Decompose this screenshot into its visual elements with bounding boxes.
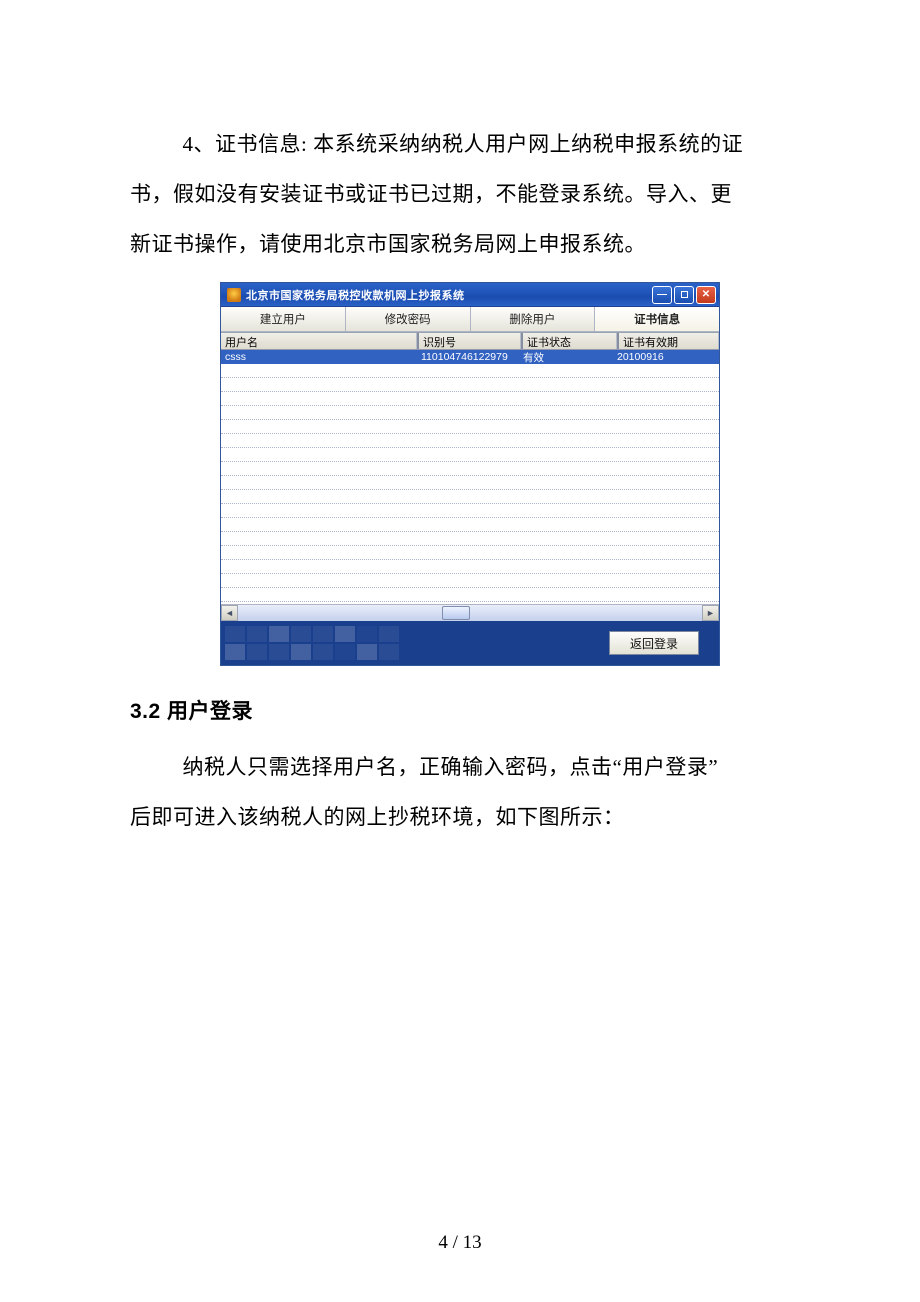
cell-username: csss <box>221 350 417 364</box>
grid-empty-line <box>221 574 719 588</box>
scroll-right-button[interactable]: ► <box>702 605 719 621</box>
paragraph-cert-info-line2: 书，假如没有安装证书或证书已过期，不能登录系统。导入、更 <box>130 170 810 220</box>
grid-empty-line <box>221 560 719 574</box>
grid-empty-line <box>221 490 719 504</box>
column-header-expiry[interactable]: 证书有效期 <box>619 333 719 349</box>
bottom-strip: 返回登录 <box>221 621 719 665</box>
paragraph-cert-info-line1: 4、证书信息: 本系统采纳纳税人用户网上纳税申报系统的证 <box>130 120 810 170</box>
scroll-left-button[interactable]: ◄ <box>221 605 238 621</box>
grid-empty-line <box>221 420 719 434</box>
paragraph-cert-info-line3: 新证书操作，请使用北京市国家税务局网上申报系统。 <box>130 220 810 270</box>
grid-header: 用户名 识别号 证书状态 证书有效期 <box>221 333 719 350</box>
cell-status: 有效 <box>519 350 613 364</box>
tab-create-user[interactable]: 建立用户 <box>221 307 346 332</box>
tab-bar: 建立用户 修改密码 删除用户 证书信息 <box>221 307 719 333</box>
grid-empty-line <box>221 588 719 602</box>
app-window: 北京市国家税务局税控收款机网上抄报系统 — ✕ 建立用户 修改密码 <box>221 283 719 665</box>
grid-empty-line <box>221 462 719 476</box>
cell-expiry: 20100916 <box>613 350 719 364</box>
heading-3-2: 3.2 用户登录 <box>130 695 810 725</box>
grid-empty-line <box>221 546 719 560</box>
grid-empty-line <box>221 392 719 406</box>
grid-empty-line <box>221 532 719 546</box>
title-bar[interactable]: 北京市国家税务局税控收款机网上抄报系统 — ✕ <box>221 283 719 307</box>
cell-id: 110104746122979 <box>417 350 519 364</box>
column-header-username[interactable]: 用户名 <box>221 333 417 349</box>
maximize-button[interactable] <box>674 286 694 304</box>
grid-empty-line <box>221 448 719 462</box>
grid-empty-line <box>221 378 719 392</box>
decorative-squares <box>225 626 399 660</box>
close-button[interactable]: ✕ <box>696 286 716 304</box>
grid-empty-line <box>221 406 719 420</box>
back-to-login-button[interactable]: 返回登录 <box>609 631 699 655</box>
grid-empty-line <box>221 434 719 448</box>
scroll-thumb[interactable] <box>442 606 470 620</box>
window-title: 北京市国家税务局税控收款机网上抄报系统 <box>246 287 465 303</box>
minimize-button[interactable]: — <box>652 286 672 304</box>
embedded-screenshot: 北京市国家税务局税控收款机网上抄报系统 — ✕ 建立用户 修改密码 <box>130 283 810 665</box>
page-number: 4 / 13 <box>0 1232 920 1254</box>
grid-empty-line <box>221 504 719 518</box>
maximize-icon <box>681 291 688 298</box>
paragraph-login-line2: 后即可进入该纳税人的网上抄税环境，如下图所示： <box>130 793 810 843</box>
grid-empty-line <box>221 476 719 490</box>
minimize-icon: — <box>657 289 667 300</box>
scroll-track[interactable] <box>238 605 702 621</box>
table-row[interactable]: csss 110104746122979 有效 20100916 <box>221 350 719 364</box>
tab-change-password[interactable]: 修改密码 <box>346 307 471 332</box>
column-header-id[interactable]: 识别号 <box>419 333 521 349</box>
column-header-status[interactable]: 证书状态 <box>523 333 617 349</box>
close-icon: ✕ <box>702 289 710 300</box>
app-icon <box>227 288 241 302</box>
grid-body[interactable]: csss 110104746122979 有效 20100916 <box>221 350 719 604</box>
tab-cert-info[interactable]: 证书信息 <box>595 307 719 332</box>
tab-delete-user[interactable]: 删除用户 <box>471 307 596 332</box>
grid-empty-line <box>221 518 719 532</box>
paragraph-login-line1: 纳税人只需选择用户名，正确输入密码，点击“用户登录” <box>130 743 810 793</box>
horizontal-scrollbar[interactable]: ◄ ► <box>221 604 719 621</box>
grid-empty-line <box>221 364 719 378</box>
